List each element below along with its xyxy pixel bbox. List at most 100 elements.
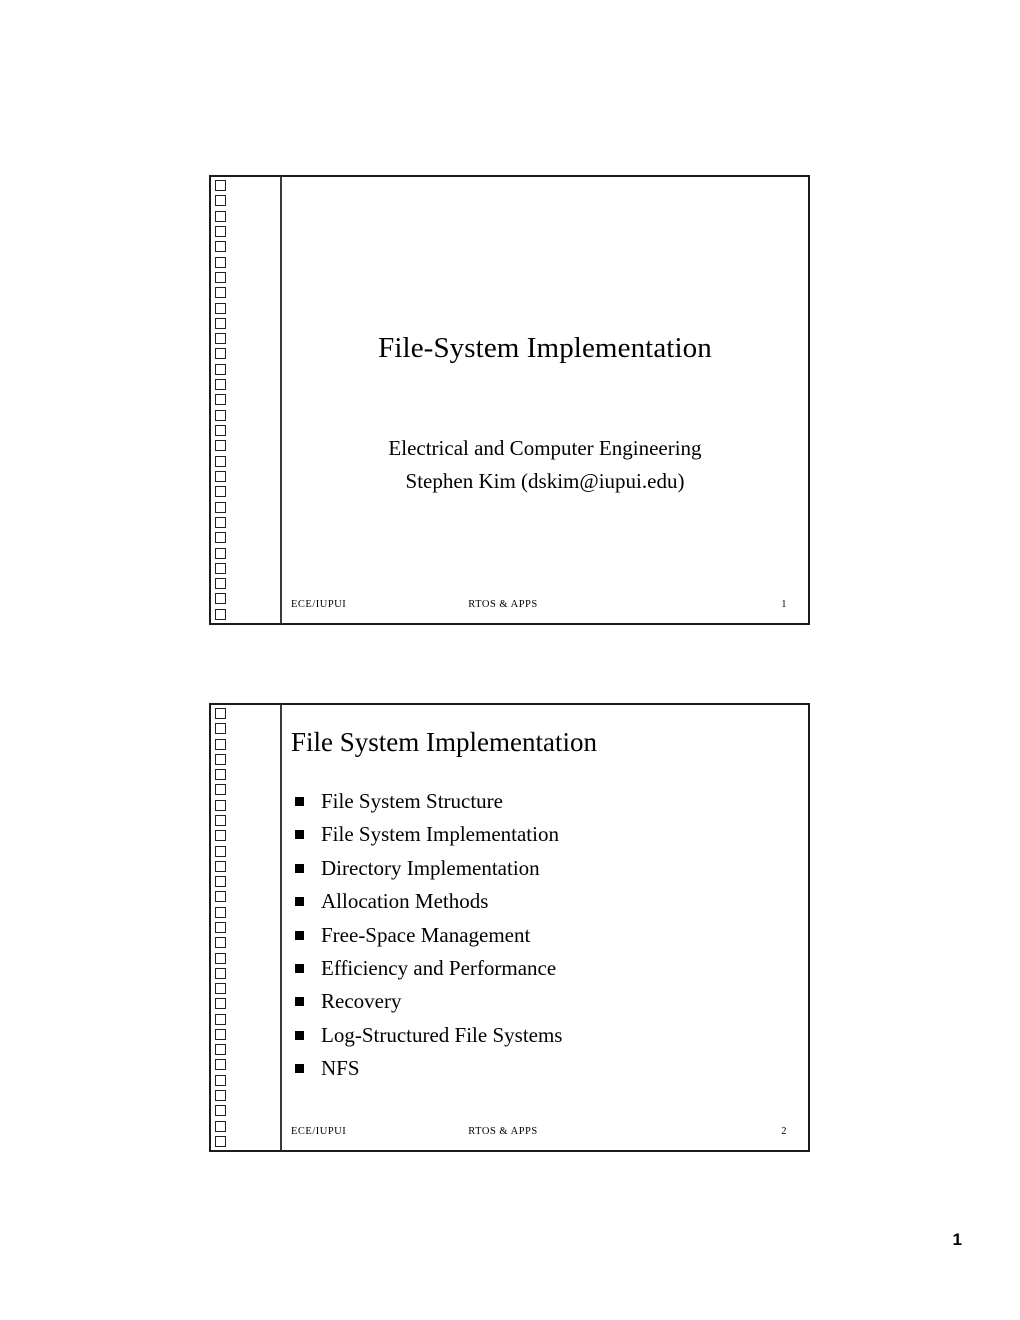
footer-course: RTOS & APPS: [468, 1126, 538, 1137]
list-item: Log-Structured File Systems: [291, 1019, 794, 1052]
binding-hole: [215, 180, 226, 191]
list-item-label: Directory Implementation: [321, 855, 540, 880]
binding-hole: [215, 1090, 226, 1102]
slide-footer: ECE/IUPUI RTOS & APPS 1: [291, 599, 799, 613]
list-item-label: Efficiency and Performance: [321, 955, 557, 980]
binding-hole: [215, 486, 226, 498]
square-bullet-icon: [295, 830, 304, 840]
binding-hole: [215, 983, 226, 995]
binding-hole: [215, 921, 226, 933]
binding-hole: [215, 845, 226, 857]
binding-hole: [215, 784, 226, 796]
binding-hole: [215, 769, 226, 781]
subtitle-line-author: Stephen Kim (dskim@iupui.edu): [405, 468, 685, 493]
binding-hole: [215, 409, 226, 421]
list-item: File System Implementation: [291, 818, 794, 851]
binding-hole: [215, 830, 226, 842]
binding-hole: [215, 348, 226, 360]
square-bullet-icon: [295, 897, 304, 907]
binding-hole: [215, 814, 226, 826]
binding-hole: [215, 470, 226, 482]
slide-footer: ECE/IUPUI RTOS & APPS 2: [291, 1126, 799, 1140]
spiral-binding-holes: [211, 177, 282, 623]
binding-hole: [215, 256, 226, 268]
binding-hole: [215, 516, 226, 528]
square-bullet-icon: [295, 863, 304, 873]
binding-hole: [215, 1028, 226, 1040]
binding-hole: [215, 302, 226, 314]
binding-hole: [215, 363, 226, 375]
agenda-bullet-list: File System Structure File System Impleme…: [291, 785, 794, 1085]
list-item-label: File System Implementation: [321, 822, 559, 847]
binding-hole: [215, 578, 226, 590]
binding-hole: [215, 379, 226, 391]
square-bullet-icon: [295, 997, 304, 1007]
binding-hole: [215, 967, 226, 979]
binding-hole: [215, 532, 226, 544]
binding-hole: [215, 937, 226, 949]
list-item-label: Log-Structured File Systems: [321, 1022, 563, 1047]
list-item-label: Recovery: [321, 989, 402, 1014]
list-item: NFS: [291, 1052, 794, 1085]
square-bullet-icon: [295, 1064, 304, 1073]
binding-hole: [215, 210, 226, 222]
binding-hole: [215, 753, 226, 765]
slide-subtitle-block: Electrical and Computer Engineering Step…: [282, 432, 808, 497]
page-number: 1: [952, 1230, 962, 1249]
binding-hole: [215, 195, 226, 207]
binding-hole: [215, 547, 226, 559]
list-item: Efficiency and Performance: [291, 952, 794, 985]
footer-slide-number: 2: [781, 1126, 787, 1137]
list-item: Directory Implementation: [291, 852, 794, 885]
binding-hole: [215, 608, 226, 620]
binding-hole: [215, 738, 226, 750]
slide-title: File-System Implementation Electrical an…: [209, 175, 810, 625]
slide-content-area: File System Implementation File System S…: [282, 705, 808, 1150]
page-title: File-System Implementation: [378, 332, 712, 364]
binding-hole: [215, 333, 226, 345]
square-bullet-icon: [295, 797, 304, 806]
list-item: File System Structure: [291, 785, 794, 818]
square-bullet-icon: [295, 1030, 304, 1040]
list-item-label: File System Structure: [321, 789, 503, 813]
binding-hole: [215, 425, 226, 436]
binding-hole: [215, 317, 226, 329]
slide-content-area: File-System Implementation Electrical an…: [282, 177, 808, 623]
subtitle-line-department: Electrical and Computer Engineering: [388, 436, 702, 460]
list-item: Recovery: [291, 985, 794, 1018]
binding-hole: [215, 799, 226, 811]
binding-hole: [215, 723, 226, 735]
binding-hole: [215, 1074, 226, 1086]
binding-hole: [215, 1059, 226, 1071]
binding-hole: [215, 1105, 226, 1117]
list-item-label: Free-Space Management: [321, 922, 531, 947]
binding-hole: [215, 241, 226, 253]
binding-hole: [215, 998, 226, 1010]
binding-hole: [215, 501, 226, 513]
binding-hole: [215, 906, 226, 918]
binding-hole: [215, 455, 226, 467]
square-bullet-icon: [295, 930, 304, 940]
binding-hole: [215, 593, 226, 605]
list-item-label: Allocation Methods: [321, 889, 489, 914]
list-item-label: NFS: [321, 1056, 360, 1080]
binding-hole: [215, 1013, 226, 1025]
binding-hole: [215, 225, 226, 237]
footer-course: RTOS & APPS: [468, 599, 538, 610]
handout-page: File-System Implementation Electrical an…: [0, 0, 1020, 1320]
binding-hole: [215, 708, 226, 719]
binding-hole: [215, 271, 226, 283]
binding-hole: [215, 440, 226, 452]
binding-hole: [215, 1135, 226, 1147]
slide-agenda: File System Implementation File System S…: [209, 703, 810, 1152]
slide-title-block: File-System Implementation: [282, 332, 808, 365]
spiral-binding-holes: [211, 705, 282, 1150]
square-bullet-icon: [295, 963, 304, 973]
binding-hole: [215, 876, 226, 888]
binding-hole: [215, 1120, 226, 1132]
binding-hole: [215, 860, 226, 872]
page-title: File System Implementation: [291, 727, 597, 757]
binding-hole: [215, 562, 226, 574]
binding-hole: [215, 891, 226, 903]
binding-hole: [215, 287, 226, 299]
